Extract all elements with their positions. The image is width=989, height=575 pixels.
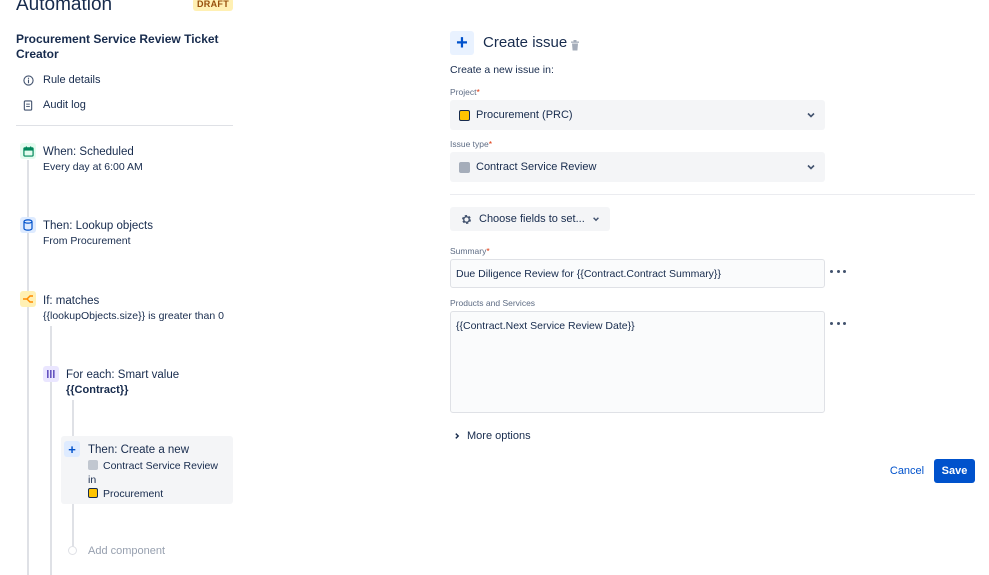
chevron-down-icon — [807, 164, 815, 170]
calendar-icon — [20, 143, 36, 159]
nav-rule-details[interactable]: Rule details — [22, 74, 100, 86]
component-title: If: matches — [43, 295, 100, 307]
editor-title: Create issue — [483, 34, 568, 51]
editor-subtitle: Create a new issue in: — [450, 64, 554, 76]
cancel-button[interactable]: Cancel — [885, 461, 929, 481]
add-component-button[interactable]: Add component — [88, 545, 165, 557]
chevron-right-icon — [455, 433, 460, 439]
component-title: Then: Lookup objects — [43, 220, 153, 232]
document-icon — [22, 99, 34, 111]
project-icon — [459, 109, 470, 121]
more-options-label: More options — [467, 430, 531, 442]
page-title: Automation — [16, 0, 113, 15]
products-more-icon[interactable] — [830, 318, 846, 328]
flow-rail-nested — [50, 326, 52, 575]
info-icon — [22, 74, 34, 86]
chevron-down-icon — [807, 112, 815, 118]
save-button[interactable]: Save — [934, 459, 975, 483]
divider — [16, 125, 233, 126]
component-subtitle: Every day at 6:00 AM — [43, 161, 143, 173]
trash-icon[interactable] — [570, 38, 580, 56]
component-subtitle: From Procurement — [43, 235, 131, 247]
project-icon — [88, 488, 98, 498]
component-title: Then: Create a new — [88, 444, 190, 456]
component-title: When: Scheduled — [43, 146, 134, 158]
component-foreach[interactable]: For each: Smart value {{Contract}} — [66, 368, 179, 397]
draft-badge: DRAFT — [193, 0, 233, 11]
component-in-label: in — [88, 474, 97, 486]
divider — [450, 194, 975, 195]
nav-label: Rule details — [43, 74, 101, 86]
issue-type-select[interactable]: Contract Service Review — [450, 152, 825, 182]
create-issue-plus-icon: + — [450, 31, 474, 55]
component-title: For each: Smart value — [66, 369, 180, 381]
choose-fields-label: Choose fields to set... — [479, 213, 585, 225]
issue-type-icon — [88, 460, 98, 470]
nav-audit-log[interactable]: Audit log — [22, 99, 86, 111]
summary-label: Summary* — [450, 246, 490, 256]
add-component-dot-icon — [68, 546, 77, 555]
summary-input[interactable]: Due Diligence Review for {{Contract.Cont… — [450, 259, 825, 288]
component-condition[interactable]: If: matches {{lookupObjects.size}} is gr… — [43, 294, 224, 323]
branch-icon — [20, 291, 36, 307]
component-issue-type: Contract Service Review — [103, 460, 218, 472]
nav-label: Audit log — [43, 99, 86, 111]
project-label: Project* — [450, 87, 480, 97]
gear-icon — [462, 214, 471, 224]
chevron-down-icon — [592, 217, 599, 222]
summary-more-icon[interactable] — [830, 266, 846, 276]
project-select[interactable]: Procurement (PRC) — [450, 100, 825, 130]
products-label: Products and Services — [450, 298, 536, 308]
component-lookup[interactable]: Then: Lookup objects From Procurement — [43, 219, 153, 248]
products-services-textarea[interactable]: {{Contract.Next Service Review Date}} — [450, 311, 825, 413]
project-select-value: Procurement (PRC) — [476, 109, 573, 121]
issue-type-icon — [459, 161, 470, 173]
choose-fields-button[interactable]: Choose fields to set... — [450, 207, 610, 231]
issue-type-label: Issue type* — [450, 139, 493, 149]
more-options-toggle[interactable]: More options — [453, 430, 531, 442]
list-icon — [43, 366, 59, 382]
database-icon — [20, 217, 36, 233]
plus-icon: + — [64, 441, 80, 457]
issue-type-select-value: Contract Service Review — [476, 161, 597, 173]
rule-name: Procurement Service Review Ticket Creato… — [16, 32, 219, 61]
component-trigger[interactable]: When: Scheduled Every day at 6:00 AM — [43, 145, 143, 174]
component-action[interactable]: Then: Create a new Contract Service Revi… — [88, 443, 218, 501]
component-project: Procurement — [103, 488, 164, 500]
component-subtitle: {{lookupObjects.size}} is greater than 0 — [43, 310, 224, 322]
component-subtitle: {{Contract}} — [66, 384, 129, 396]
